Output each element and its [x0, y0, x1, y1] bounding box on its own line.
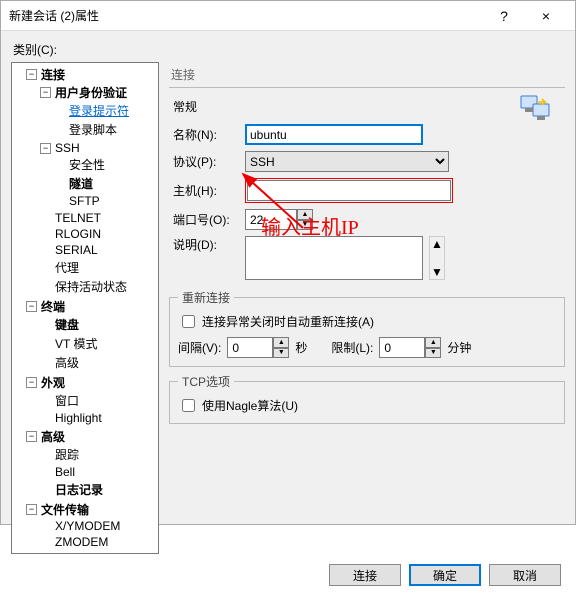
category-tree[interactable]: −连接 −用户身份验证 登录提示符 登录脚本 −SSH 安全性: [11, 62, 159, 554]
cancel-button[interactable]: 取消: [489, 564, 561, 586]
tree-bell[interactable]: Bell: [53, 465, 77, 479]
tree-appearance[interactable]: 外观: [39, 374, 67, 391]
host-highlight: [245, 178, 453, 203]
help-icon[interactable]: ?: [483, 1, 525, 31]
tree-security[interactable]: 安全性: [67, 156, 107, 173]
description-input[interactable]: [245, 236, 423, 280]
titlebar: 新建会话 (2)属性 ? ×: [1, 1, 575, 31]
tree-trace[interactable]: 跟踪: [53, 446, 81, 463]
interval-up-icon[interactable]: ▲: [273, 337, 289, 348]
port-down-icon[interactable]: ▼: [297, 220, 313, 231]
tree-serial[interactable]: SERIAL: [53, 243, 100, 257]
ok-button[interactable]: 确定: [409, 564, 481, 586]
tree-ssh[interactable]: SSH: [53, 141, 82, 155]
tree-keepalive[interactable]: 保持活动状态: [53, 278, 129, 295]
tree-rlogin[interactable]: RLOGIN: [53, 227, 103, 241]
window-title: 新建会话 (2)属性: [9, 7, 483, 24]
protocol-label: 协议(P):: [173, 153, 239, 170]
twist-icon[interactable]: −: [40, 87, 51, 98]
nagle-label: 使用Nagle算法(U): [202, 397, 298, 414]
tree-login-script[interactable]: 登录脚本: [67, 121, 119, 138]
tcp-legend: TCP选项: [178, 373, 234, 390]
name-input[interactable]: [245, 124, 423, 145]
tree-xymodem[interactable]: X/YMODEM: [53, 519, 122, 533]
hosts-icon: [519, 94, 555, 124]
twist-icon[interactable]: −: [26, 504, 37, 515]
tree-filetransfer[interactable]: 文件传输: [39, 501, 91, 518]
interval-down-icon[interactable]: ▼: [273, 348, 289, 359]
content-panel: 连接 常规 名称(N): 协议(P): SSH: [169, 62, 565, 554]
limit-input[interactable]: [379, 337, 425, 358]
auto-reconnect-checkbox[interactable]: [182, 315, 195, 328]
host-label: 主机(H):: [173, 182, 239, 199]
twist-icon[interactable]: −: [26, 69, 37, 80]
tree-advanced[interactable]: 高级: [39, 428, 67, 445]
category-label: 类别(C):: [13, 41, 565, 58]
twist-icon[interactable]: −: [26, 301, 37, 312]
scrollbar[interactable]: ▲▼: [429, 236, 445, 280]
port-up-icon[interactable]: ▲: [297, 209, 313, 220]
seconds-label: 秒: [295, 339, 307, 356]
close-icon[interactable]: ×: [525, 1, 567, 31]
minutes-label: 分钟: [447, 339, 471, 356]
tree-login-prompt[interactable]: 登录提示符: [67, 102, 131, 119]
twist-icon[interactable]: −: [40, 143, 51, 154]
dialog-window: 新建会话 (2)属性 ? × 类别(C): −连接 −用户身份验证 登录提示符 …: [0, 0, 576, 525]
interval-input[interactable]: [227, 337, 273, 358]
dialog-footer: 连接 确定 取消: [11, 554, 565, 590]
name-label: 名称(N):: [173, 126, 239, 143]
general-label: 常规: [169, 96, 565, 121]
tree-sftp[interactable]: SFTP: [67, 194, 102, 208]
tree-user-auth[interactable]: 用户身份验证: [53, 84, 129, 101]
tcp-group: TCP选项 使用Nagle算法(U): [169, 373, 565, 424]
port-label: 端口号(O):: [173, 211, 239, 228]
port-input[interactable]: [245, 209, 297, 230]
reconnect-group: 重新连接 连接异常关闭时自动重新连接(A) 间隔(V): ▲▼ 秒 限制(L):…: [169, 289, 565, 367]
limit-up-icon[interactable]: ▲: [425, 337, 441, 348]
dialog-body: 类别(C): −连接 −用户身份验证 登录提示符 登录脚本 −SSH: [1, 31, 575, 598]
twist-icon[interactable]: −: [26, 377, 37, 388]
limit-label: 限制(L):: [331, 339, 373, 356]
tree-zmodem[interactable]: ZMODEM: [53, 535, 110, 549]
tree-telnet[interactable]: TELNET: [53, 211, 103, 225]
desc-label: 说明(D):: [173, 236, 239, 253]
twist-icon[interactable]: −: [26, 431, 37, 442]
tree-highlight[interactable]: Highlight: [53, 411, 104, 425]
tree-proxy[interactable]: 代理: [53, 259, 81, 276]
tree-terminal[interactable]: 终端: [39, 298, 67, 315]
tree-connection[interactable]: 连接: [39, 66, 67, 83]
nagle-checkbox[interactable]: [182, 399, 195, 412]
protocol-select[interactable]: SSH: [245, 151, 449, 172]
tree-keyboard[interactable]: 键盘: [53, 316, 81, 333]
connect-button[interactable]: 连接: [329, 564, 401, 586]
tree-vtmode[interactable]: VT 模式: [53, 335, 99, 352]
limit-down-icon[interactable]: ▼: [425, 348, 441, 359]
interval-label: 间隔(V):: [178, 339, 221, 356]
reconnect-legend: 重新连接: [178, 289, 234, 306]
host-input[interactable]: [247, 180, 451, 201]
tree-advanced-term[interactable]: 高级: [53, 354, 81, 371]
section-title: 连接: [169, 62, 565, 85]
tree-tunnel[interactable]: 隧道: [67, 175, 95, 192]
auto-reconnect-label: 连接异常关闭时自动重新连接(A): [202, 313, 374, 330]
tree-window[interactable]: 窗口: [53, 392, 81, 409]
tree-logging[interactable]: 日志记录: [53, 481, 105, 498]
